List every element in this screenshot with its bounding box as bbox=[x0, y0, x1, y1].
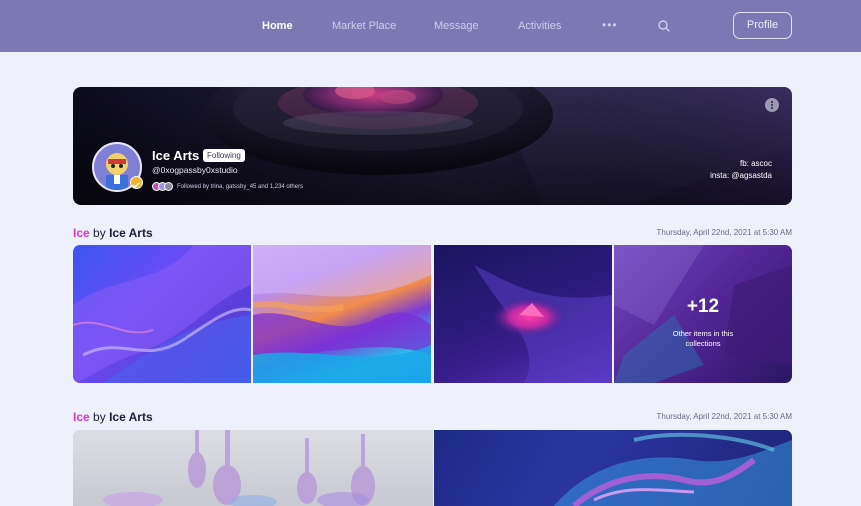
more-items-label: Other items in this collections bbox=[672, 329, 734, 348]
profile-name: Ice Arts bbox=[152, 148, 200, 163]
profile-button[interactable]: Profile bbox=[733, 12, 792, 39]
profile-handle: @0xogpassby0xstudio bbox=[152, 165, 238, 175]
social-links: fb: ascoc insta: @agsastda bbox=[710, 158, 772, 182]
artwork-image bbox=[474, 265, 612, 383]
follower-avatar bbox=[164, 182, 173, 191]
collection-item-1[interactable] bbox=[73, 430, 433, 506]
kebab-menu-icon[interactable] bbox=[765, 98, 779, 112]
artwork-image bbox=[103, 430, 375, 506]
verified-badge-icon bbox=[130, 176, 143, 189]
artwork-image bbox=[554, 432, 792, 506]
search-icon[interactable] bbox=[657, 19, 671, 33]
nav-market-place[interactable]: Market Place bbox=[332, 19, 396, 33]
collection-by: by bbox=[93, 410, 106, 424]
collection-item-3[interactable] bbox=[434, 245, 612, 383]
collection-name: Ice bbox=[73, 226, 90, 240]
collection-item-2[interactable] bbox=[434, 430, 792, 506]
collection-name: Ice bbox=[73, 410, 90, 424]
more-menu-icon[interactable]: ••• bbox=[602, 18, 618, 32]
fb-link[interactable]: fb: ascoc bbox=[710, 158, 772, 170]
collection-date: Thursday, April 22nd, 2021 at 5:30 AM bbox=[656, 412, 793, 421]
nav-home[interactable]: Home bbox=[262, 19, 293, 33]
collection-title[interactable]: Ice by Ice Arts bbox=[73, 410, 153, 424]
collection-title[interactable]: Ice by Ice Arts bbox=[73, 226, 153, 240]
collection-more-items[interactable]: +12 Other items in this collections bbox=[614, 245, 792, 383]
follower-avatars bbox=[152, 182, 176, 192]
nav-activities[interactable]: Activities bbox=[518, 19, 561, 33]
collection-item-1[interactable] bbox=[73, 245, 251, 383]
collection-owner: Ice Arts bbox=[109, 410, 153, 424]
more-items-count: +12 bbox=[686, 296, 720, 317]
nav-message[interactable]: Message bbox=[434, 19, 479, 33]
artwork-image bbox=[73, 245, 251, 383]
followed-by-text: Followed by trina, gatssby_45 and 1,234 … bbox=[177, 184, 304, 190]
collection-item-2[interactable] bbox=[253, 245, 431, 383]
following-button[interactable]: Following bbox=[203, 149, 245, 162]
collection-date: Thursday, April 22nd, 2021 at 5:30 AM bbox=[656, 228, 793, 237]
collection-owner: Ice Arts bbox=[109, 226, 153, 240]
collection-by: by bbox=[93, 226, 106, 240]
top-navbar: Home Market Place Message Activities •••… bbox=[0, 0, 861, 52]
insta-link[interactable]: insta: @agsastda bbox=[710, 170, 772, 182]
artwork-image bbox=[253, 245, 431, 383]
profile-banner: Ice Arts Following @0xogpassby0xstudio F… bbox=[73, 87, 792, 205]
